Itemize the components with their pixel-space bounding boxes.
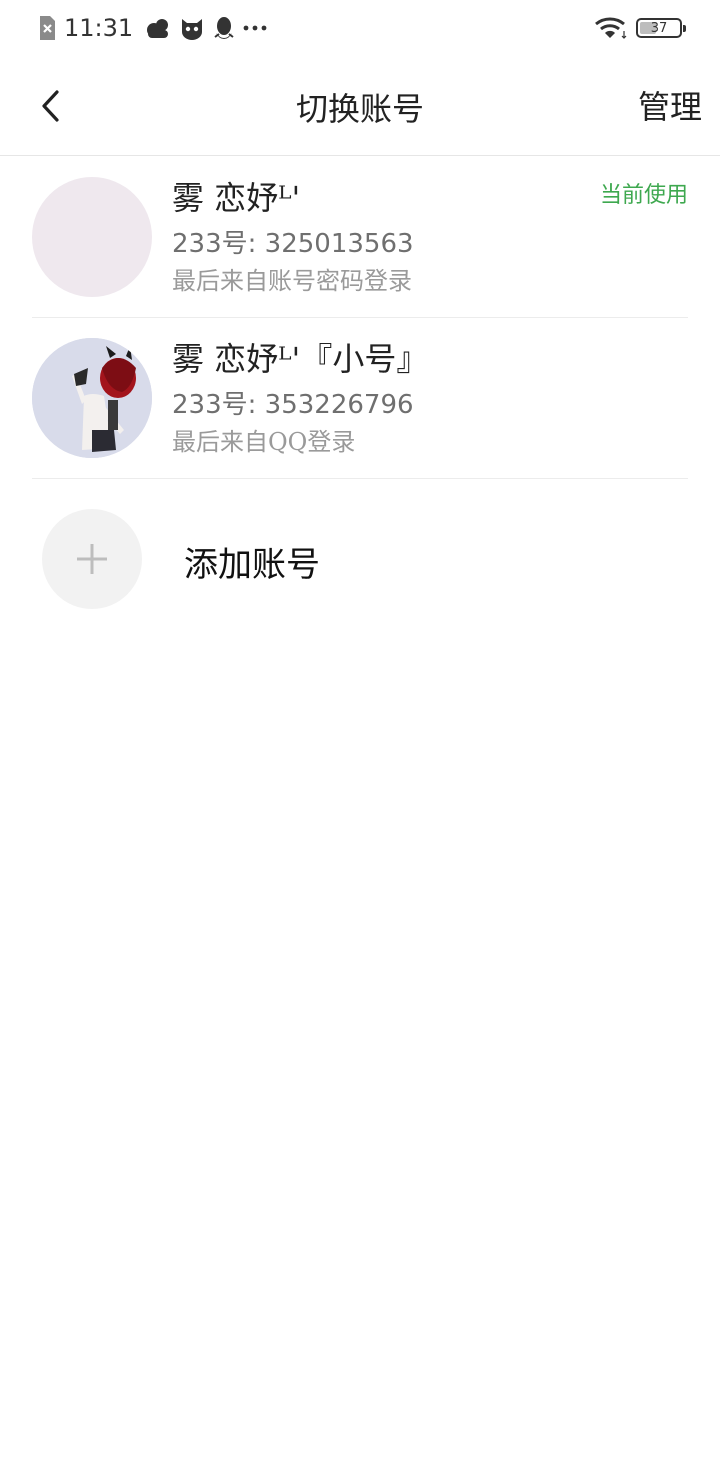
- no-sim-icon: [38, 15, 56, 41]
- wifi-icon: [594, 16, 628, 40]
- account-login-method: 最后来自QQ登录: [172, 428, 356, 456]
- account-name: 雾 恋妤ᴸ'『小号』: [172, 340, 429, 378]
- page-title: 切换账号: [295, 90, 424, 128]
- header: 切换账号 管理: [0, 56, 720, 156]
- account-name: 雾 恋妤ᴸ': [172, 179, 301, 217]
- status-bar-right: 37: [594, 12, 686, 44]
- status-bar: 11:31 37: [0, 0, 720, 56]
- account-list: 雾 恋妤ᴸ' 233号: 325013563 最后来自账号密码登录 当前使用 雾…: [0, 157, 720, 479]
- avatar: [32, 338, 152, 458]
- status-bar-left: 11:31: [38, 12, 267, 44]
- battery-level: 37: [650, 20, 668, 36]
- account-item-main[interactable]: 雾 恋妤ᴸ' 233号: 325013563 最后来自账号密码登录 当前使用: [32, 157, 688, 318]
- account-id: 233号: 353226796: [172, 390, 414, 420]
- cat-app-icon: [179, 16, 205, 40]
- account-login-method: 最后来自账号密码登录: [172, 267, 412, 295]
- status-time: 11:31: [64, 14, 134, 42]
- more-dots-icon: [243, 24, 267, 32]
- add-account-circle: [42, 509, 142, 609]
- cloud-weather-icon: [145, 17, 171, 39]
- add-account-button[interactable]: 添加账号: [0, 479, 720, 639]
- manage-button[interactable]: 管理: [638, 82, 702, 128]
- add-account-label: 添加账号: [184, 545, 320, 585]
- qq-penguin-icon: [213, 15, 235, 41]
- avatar: [32, 177, 152, 297]
- account-id: 233号: 325013563: [172, 229, 414, 259]
- current-account-badge: 当前使用: [599, 183, 688, 208]
- plus-icon: [77, 544, 107, 574]
- battery-icon: 37: [636, 18, 686, 38]
- account-item-alt[interactable]: 雾 恋妤ᴸ'『小号』 233号: 353226796 最后来自QQ登录: [32, 318, 688, 479]
